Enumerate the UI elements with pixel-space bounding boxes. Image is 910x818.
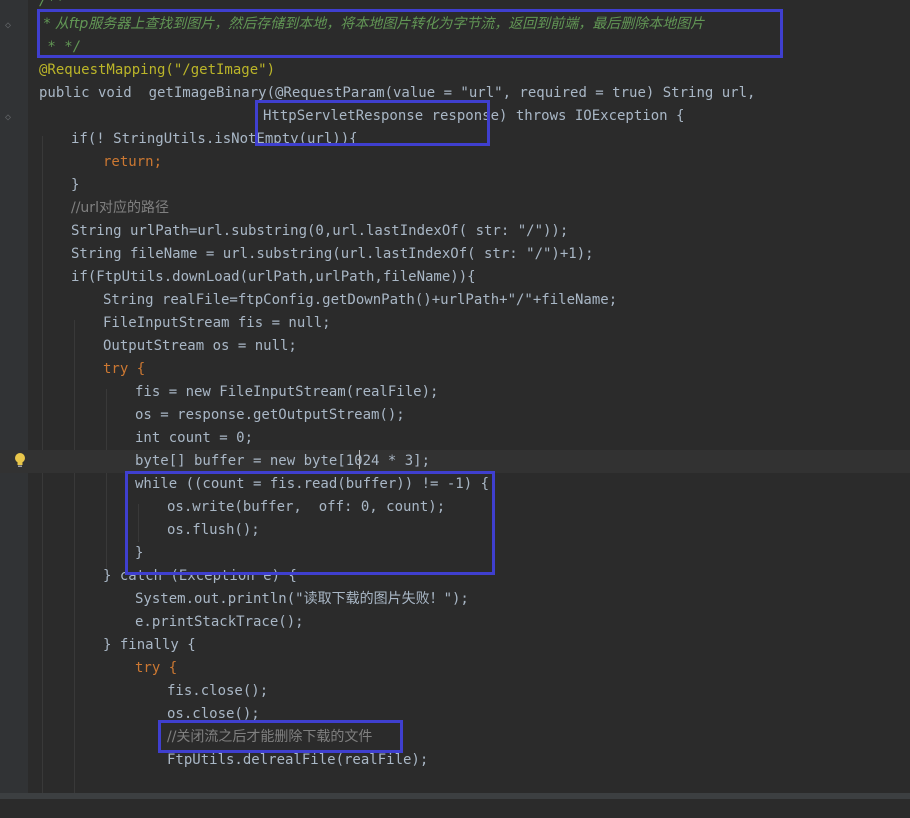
lightbulb-icon[interactable] [13,452,27,468]
return-statement: return; [103,154,163,170]
code-line[interactable]: os = response.getOutputStream(); [0,404,910,427]
code-line[interactable]: FileInputStream fis = null; [0,312,910,335]
code-line[interactable]: try { [0,657,910,680]
fis-init: fis = new FileInputStream(realFile); [135,384,439,400]
highlight-box-while-loop [125,471,495,575]
real-file-assignment: String realFile=ftpConfig.getDownPath()+… [103,292,618,308]
code-line[interactable]: os.close(); [0,703,910,726]
file-name-assignment: String fileName = url.substring(url.last… [71,246,594,262]
code-line[interactable]: int count = 0; [0,427,910,450]
current-code-line[interactable]: byte[] buffer = new byte[1024 * 3]; [0,450,910,473]
code-line[interactable]: @RequestMapping("/getImage") [0,59,910,82]
highlight-box-doc-comment [37,9,783,58]
print-stack-trace-call: e.printStackTrace(); [135,614,304,630]
highlight-box-delete-comment [158,720,403,753]
finally-block: } finally { [103,637,196,653]
highlight-box-response-param [255,100,490,146]
code-line[interactable]: //关闭流之后才能删除下载的文件 [0,726,910,749]
code-line[interactable]: if(FtpUtils.downLoad(urlPath,urlPath,fil… [0,266,910,289]
code-line[interactable]: return; [0,151,910,174]
buffer-declaration: byte[] buffer = new byte[1024 * 3]; [135,453,431,469]
code-line[interactable]: try { [0,358,910,381]
editor-bottom-edge [0,793,910,799]
url-path-assignment: String urlPath=url.substring(0,url.lastI… [71,223,569,239]
code-line[interactable]: //url对应的路径 [0,197,910,220]
line-comment: //url对应的路径 [71,200,169,216]
count-declaration: int count = 0; [135,430,254,446]
os-init: os = response.getOutputStream(); [135,407,405,423]
code-line[interactable]: FtpUtils.delrealFile(realFile); [0,749,910,772]
inner-try-start: try { [135,660,178,676]
if-download-check: if(FtpUtils.downLoad(urlPath,urlPath,fil… [71,269,476,285]
code-line[interactable]: String fileName = url.substring(url.last… [0,243,910,266]
code-line[interactable]: OutputStream os = null; [0,335,910,358]
code-line[interactable]: fis = new FileInputStream(realFile); [0,381,910,404]
code-line[interactable]: String realFile=ftpConfig.getDownPath()+… [0,289,910,312]
fis-declaration: FileInputStream fis = null; [103,315,331,331]
os-declaration: OutputStream os = null; [103,338,297,354]
try-block-start: try { [103,361,146,377]
code-line[interactable]: String urlPath=url.substring(0,url.lastI… [0,220,910,243]
println-call: System.out.println("读取下载的图片失败！"); [135,591,469,607]
fis-close-call: fis.close(); [167,683,269,699]
code-line[interactable]: } finally { [0,634,910,657]
code-line[interactable]: } [0,174,910,197]
text-caret [359,450,360,469]
request-mapping-annotation: @RequestMapping("/getImage") [39,62,276,78]
closing-brace: } [71,177,80,193]
code-line[interactable]: System.out.println("读取下载的图片失败！"); [0,588,910,611]
code-line[interactable]: e.printStackTrace(); [0,611,910,634]
code-line[interactable]: fis.close(); [0,680,910,703]
